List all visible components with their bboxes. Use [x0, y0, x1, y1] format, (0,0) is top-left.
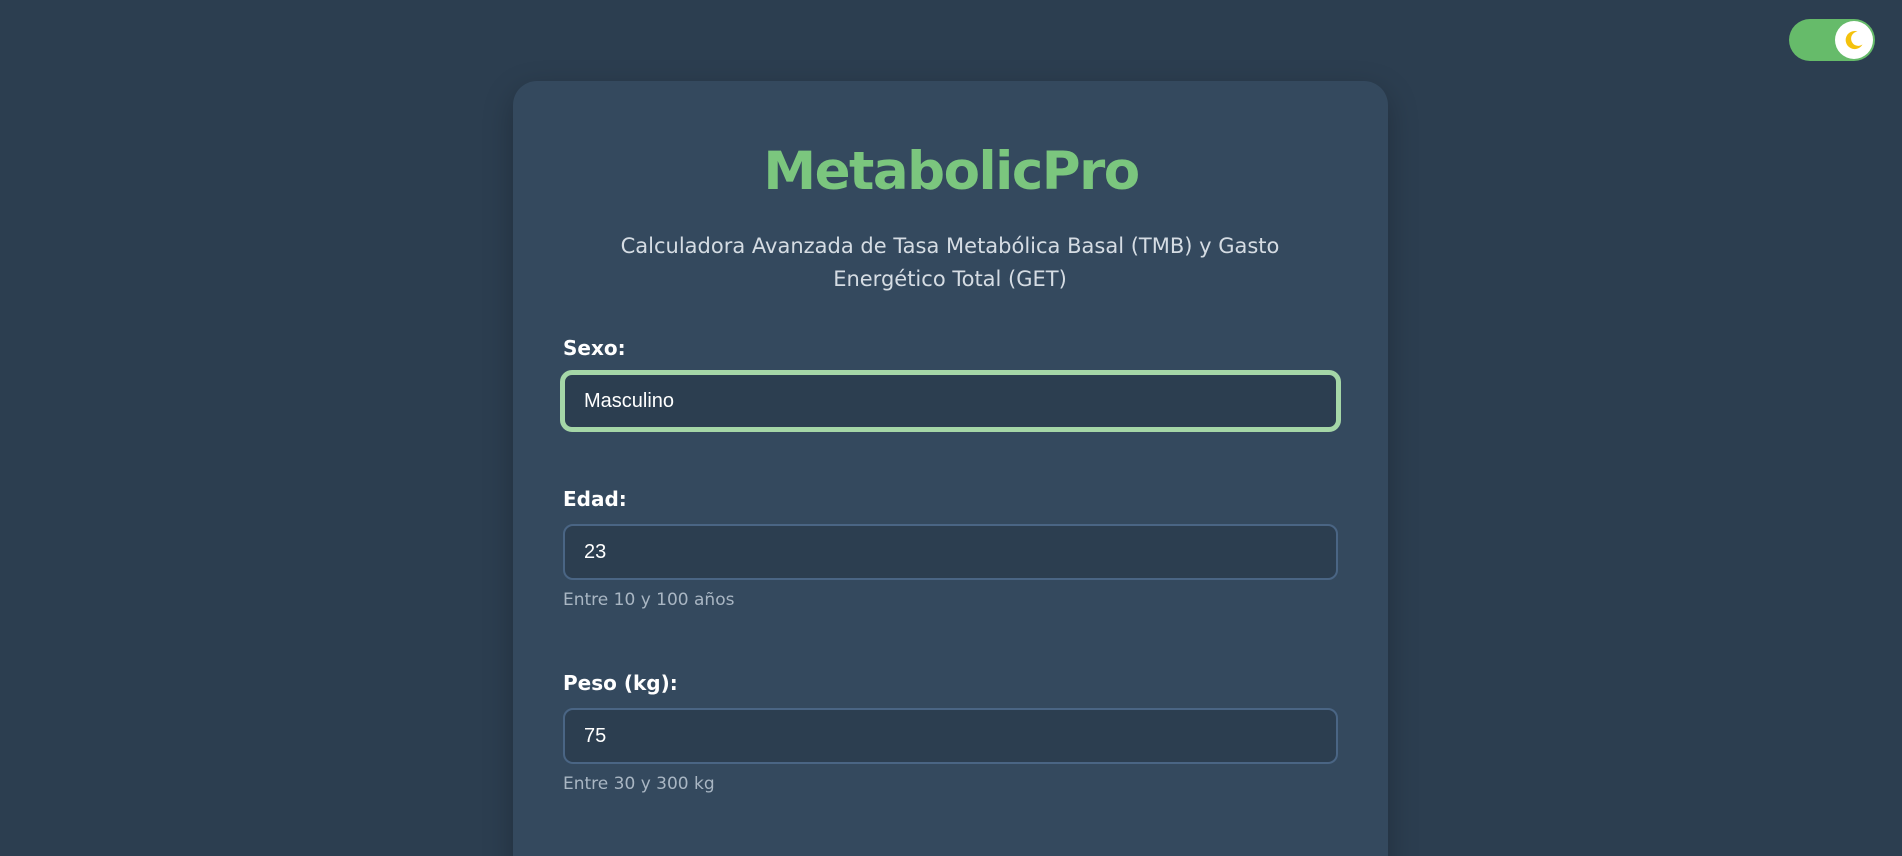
app-title: MetabolicPro [763, 141, 1140, 202]
toggle-knob [1835, 21, 1873, 59]
peso-hint: Entre 30 y 300 kg [563, 774, 715, 794]
moon-icon [1845, 31, 1863, 50]
peso-label: Peso (kg): [563, 671, 678, 695]
peso-input[interactable]: 75 [563, 708, 1338, 764]
sexo-label: Sexo: [563, 336, 626, 360]
page: MetabolicPro Calculadora Avanzada de Tas… [0, 0, 1902, 856]
edad-hint: Entre 10 y 100 años [563, 590, 735, 610]
theme-toggle[interactable] [1789, 19, 1875, 61]
sexo-select[interactable]: Masculino [560, 370, 1341, 432]
app-subtitle: Calculadora Avanzada de Tasa Metabólica … [620, 234, 1280, 291]
peso-value: 75 [584, 724, 607, 747]
edad-value: 23 [584, 540, 607, 563]
sexo-value: Masculino [584, 389, 675, 412]
edad-label: Edad: [563, 487, 627, 511]
edad-input[interactable]: 23 [563, 524, 1338, 580]
